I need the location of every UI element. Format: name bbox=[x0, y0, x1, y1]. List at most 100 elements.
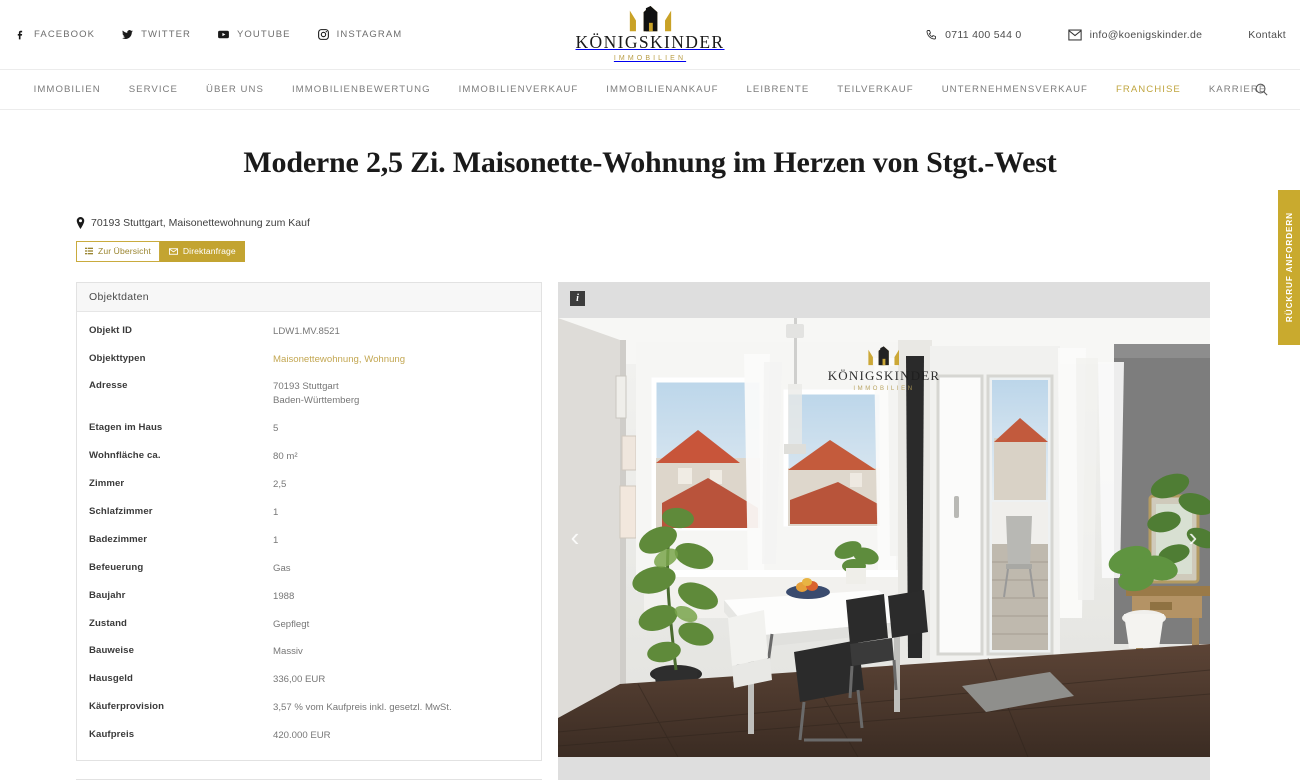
social-links: FACEBOOK TWITTER YOUTUBE INSTAGRAM bbox=[0, 28, 402, 41]
table-row: Adresse 70193 Stuttgart Baden-Württemberg bbox=[89, 373, 529, 415]
email-link[interactable]: info@koenigskinder.de bbox=[1067, 28, 1203, 41]
room-photo bbox=[558, 317, 1210, 757]
row-value: 1988 bbox=[273, 590, 295, 602]
nav-item-teilverkauf[interactable]: TEILVERKAUF bbox=[823, 84, 927, 95]
contact-label: Kontakt bbox=[1248, 28, 1286, 41]
gallery-column: i KÖNIGSKINDER IMMOBILIEN ‹ › bbox=[558, 281, 1210, 780]
page-title: Moderne 2,5 Zi. Maisonette-Wohnung im He… bbox=[243, 146, 1057, 179]
table-row: Zustand Gepflegt bbox=[89, 611, 529, 639]
twitter-icon bbox=[121, 28, 134, 41]
row-label: Zustand bbox=[89, 617, 128, 629]
row-label: Objekttypen bbox=[89, 352, 146, 364]
table-row: Käuferprovision 3,57 % vom Kaufpreis inkl… bbox=[89, 694, 529, 722]
table-row: Zimmer 2,5 bbox=[89, 471, 529, 499]
envelope-icon bbox=[1067, 29, 1082, 41]
row-label: Befeuerung bbox=[89, 561, 144, 573]
phone-icon bbox=[925, 29, 937, 41]
email-address: info@koenigskinder.de bbox=[1089, 28, 1203, 41]
table-row: Bauweise Massiv bbox=[89, 638, 529, 666]
row-label: Etagen im Haus bbox=[89, 422, 163, 434]
gallery-main-image[interactable]: KÖNIGSKINDER IMMOBILIEN ‹ › bbox=[558, 317, 1210, 757]
row-value: Gas bbox=[273, 562, 291, 574]
nav-list: IMMOBILIEN SERVICE ÜBER UNS IMMOBILIENBE… bbox=[20, 84, 1281, 95]
table-row: Schlafzimmer 1 bbox=[89, 499, 529, 527]
row-value-link[interactable]: Maisonettewohnung, Wohnung bbox=[273, 353, 405, 367]
logo-subtitle: IMMOBILIEN bbox=[613, 54, 687, 62]
row-value: 1 bbox=[273, 506, 279, 518]
inquiry-button-label: Direktanfrage bbox=[182, 246, 236, 256]
instagram-icon bbox=[317, 28, 330, 41]
main-navigation: IMMOBILIEN SERVICE ÜBER UNS IMMOBILIENBE… bbox=[0, 70, 1300, 110]
row-value: 2,5 bbox=[273, 479, 287, 491]
listing-action-buttons: Zur Übersicht Direktanfrage bbox=[76, 241, 1224, 262]
map-pin-icon bbox=[76, 217, 85, 229]
main-columns: Objektdaten Objekt ID LDW1.MV.8521 Objekt… bbox=[76, 281, 1224, 780]
row-value: 5 bbox=[273, 423, 279, 435]
site-logo[interactable]: KÖNIGSKINDER IMMOBILIEN bbox=[575, 6, 724, 62]
gallery-thumbnail-strip bbox=[558, 756, 1210, 780]
row-label: Hausgeld bbox=[89, 673, 133, 685]
youtube-icon bbox=[217, 28, 230, 41]
table-row: Hausgeld 336,00 EUR bbox=[89, 666, 529, 694]
list-icon bbox=[85, 247, 93, 255]
row-label: Baujahr bbox=[89, 589, 126, 601]
row-value: 336,00 EUR bbox=[273, 674, 326, 686]
row-label: Adresse bbox=[89, 380, 128, 392]
row-value: 70193 Stuttgart Baden-Württemberg bbox=[273, 381, 360, 407]
table-row: Badezimmer 1 bbox=[89, 527, 529, 555]
gallery-toolbar: i bbox=[558, 281, 1210, 318]
social-link-youtube[interactable]: YOUTUBE bbox=[217, 28, 291, 41]
row-label: Bauweise bbox=[89, 645, 135, 657]
table-row: Etagen im Haus 5 bbox=[89, 415, 529, 443]
social-label: INSTAGRAM bbox=[336, 29, 403, 40]
social-link-twitter[interactable]: TWITTER bbox=[121, 28, 191, 41]
nav-item-service[interactable]: SERVICE bbox=[115, 84, 192, 95]
phone-number: 0711 400 544 0 bbox=[945, 28, 1022, 41]
nav-item-immobilienankauf[interactable]: IMMOBILIENANKAUF bbox=[592, 84, 732, 95]
facebook-icon bbox=[14, 28, 27, 41]
callback-request-tab[interactable]: RÜCKRUF ANFORDERN bbox=[1278, 190, 1300, 345]
nav-item-ueber-uns[interactable]: ÜBER UNS bbox=[192, 84, 278, 95]
phone-link[interactable]: 0711 400 544 0 bbox=[925, 29, 1021, 41]
overview-button[interactable]: Zur Übersicht bbox=[76, 241, 160, 262]
property-detail-page: FACEBOOK TWITTER YOUTUBE INSTAGRAM KÖNIG… bbox=[0, 0, 1300, 780]
social-link-instagram[interactable]: INSTAGRAM bbox=[317, 28, 403, 41]
search-icon[interactable] bbox=[1252, 81, 1270, 99]
table-row: Befeuerung Gas bbox=[89, 555, 529, 583]
info-icon[interactable]: i bbox=[570, 290, 585, 306]
row-label: Kaufpreis bbox=[89, 729, 135, 741]
row-value: 1 bbox=[273, 534, 279, 546]
inquiry-button[interactable]: Direktanfrage bbox=[159, 241, 245, 262]
nav-item-leibrente[interactable]: LEIBRENTE bbox=[733, 84, 824, 95]
location-text: 70193 Stuttgart, Maisonettewohnung zum K… bbox=[91, 217, 310, 229]
table-row: Kaufpreis 420.000 EUR bbox=[89, 722, 529, 750]
overview-button-label: Zur Übersicht bbox=[98, 246, 151, 256]
table-row: Wohnfläche ca. 80 m² bbox=[89, 443, 529, 471]
content-area: 70193 Stuttgart, Maisonettewohnung zum K… bbox=[0, 217, 1300, 780]
row-value: LDW1.MV.8521 bbox=[273, 325, 340, 337]
row-label: Zimmer bbox=[89, 478, 125, 490]
objektdaten-heading: Objektdaten bbox=[77, 282, 541, 312]
gallery-next-icon[interactable]: › bbox=[1180, 514, 1206, 560]
row-value: 3,57 % vom Kaufpreis inkl. gesetzl. MwSt… bbox=[273, 702, 452, 714]
nav-item-immobilienbewertung[interactable]: IMMOBILIENBEWERTUNG bbox=[278, 84, 445, 95]
top-bar: FACEBOOK TWITTER YOUTUBE INSTAGRAM KÖNIG… bbox=[0, 0, 1300, 70]
image-gallery: i KÖNIGSKINDER IMMOBILIEN ‹ › bbox=[558, 281, 1210, 780]
table-row: Objekttypen Maisonettewohnung, Wohnung bbox=[89, 346, 529, 374]
crown-icon bbox=[629, 6, 671, 32]
nav-item-unternehmensverkauf[interactable]: UNTERNEHMENSVERKAUF bbox=[928, 84, 1102, 95]
social-link-facebook[interactable]: FACEBOOK bbox=[14, 28, 95, 41]
objektdaten-body: Objekt ID LDW1.MV.8521 Objekttypen Maisone… bbox=[77, 312, 541, 761]
row-label: Badezimmer bbox=[89, 533, 148, 545]
callback-request-label: RÜCKRUF ANFORDERN bbox=[1284, 212, 1294, 323]
envelope-icon bbox=[168, 248, 178, 255]
table-row: Baujahr 1988 bbox=[89, 583, 529, 611]
gallery-prev-icon[interactable]: ‹ bbox=[562, 514, 588, 560]
nav-item-franchise[interactable]: FRANCHISE bbox=[1102, 84, 1195, 95]
logo-name: KÖNIGSKINDER bbox=[575, 32, 725, 52]
social-label: TWITTER bbox=[141, 29, 191, 40]
contact-link[interactable]: Kontakt bbox=[1248, 29, 1286, 41]
nav-item-immobilien[interactable]: IMMOBILIEN bbox=[20, 84, 115, 95]
nav-item-immobilienverkauf[interactable]: IMMOBILIENVERKAUF bbox=[445, 84, 593, 95]
row-value: Gepflegt bbox=[273, 618, 310, 630]
